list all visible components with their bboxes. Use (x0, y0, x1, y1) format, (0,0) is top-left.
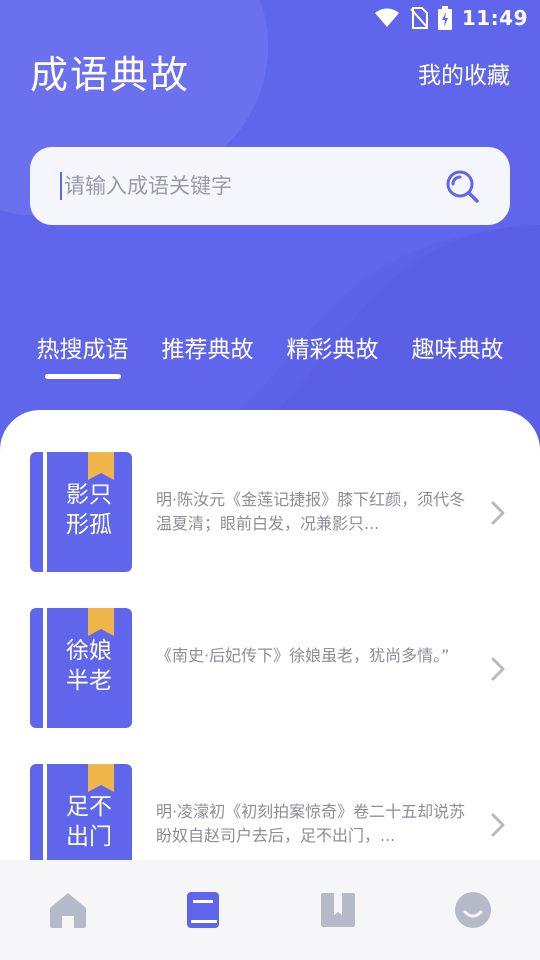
book-spine (43, 452, 47, 572)
bottom-navigation (0, 860, 540, 960)
my-favorites-link[interactable]: 我的收藏 (418, 56, 510, 90)
no-sim-icon (410, 7, 428, 29)
idiom-name: 徐娘 半老 (66, 638, 112, 694)
book-spine (43, 608, 47, 728)
tab-fun-stories[interactable]: 趣味典故 (398, 330, 518, 390)
tab-label: 趣味典故 (411, 337, 504, 363)
idiom-name: 影只 形孤 (66, 482, 112, 538)
list-item[interactable]: 影只 形孤 明·陈汝元《金莲记捷报》膝下红颜，须代冬温夏清；眼前白发，况兼影只.… (30, 452, 510, 572)
search-icon[interactable] (442, 166, 482, 206)
bookmark-ribbon-icon (88, 452, 114, 480)
status-time: 11:49 (461, 6, 528, 30)
page-title: 成语典故 (30, 53, 191, 97)
book-cover: 徐娘 半老 (30, 608, 132, 728)
chevron-right-icon (491, 813, 505, 837)
hero-background: 11:49 成语典故 我的收藏 热搜成语 推荐典故 精彩典故 趣味典故 (0, 0, 540, 460)
idiom-description: 《南史·后妃传下》徐娘虽老，犹尚多情。” (156, 646, 450, 665)
nav-home[interactable] (28, 880, 108, 940)
tab-recommended-stories[interactable]: 推荐典故 (148, 330, 268, 390)
list-item[interactable]: 徐娘 半老 《南史·后妃传下》徐娘虽老，犹尚多情。” (30, 608, 510, 728)
idiom-description: 明·凌濛初《初刻拍案惊奇》卷二十五却说苏盼奴自赵司户去后，足不出门，... (156, 802, 466, 845)
search-bar[interactable] (30, 147, 510, 225)
idiom-description: 明·陈汝元《金莲记捷报》膝下红颜，须代冬温夏清；眼前白发，况兼影只... (156, 490, 466, 533)
bookmark-ribbon-icon (88, 608, 114, 636)
status-bar: 11:49 (0, 0, 540, 36)
text-cursor (60, 172, 62, 200)
nav-stories[interactable] (298, 880, 378, 940)
tab-label: 推荐典故 (161, 337, 254, 363)
tab-label: 热搜成语 (36, 337, 129, 363)
list-item[interactable]: 足不 出门 明·凌濛初《初刻拍案惊奇》卷二十五却说苏盼奴自赵司户去后，足不出门，… (30, 764, 510, 870)
tab-featured-stories[interactable]: 精彩典故 (273, 330, 393, 390)
category-tabs: 热搜成语 推荐典故 精彩典故 趣味典故 (0, 330, 540, 390)
idiom-name: 足不 出门 (66, 794, 112, 850)
bookmark-ribbon-icon (88, 764, 114, 792)
nav-profile[interactable] (433, 880, 513, 940)
wifi-icon (374, 8, 400, 28)
tab-label: 精彩典故 (286, 337, 379, 363)
tab-hot-idioms[interactable]: 热搜成语 (23, 330, 143, 390)
book-cover: 影只 形孤 (30, 452, 132, 572)
idiom-list: 影只 形孤 明·陈汝元《金莲记捷报》膝下红颜，须代冬温夏清；眼前白发，况兼影只.… (0, 410, 540, 870)
smile-icon (454, 892, 491, 928)
home-icon (49, 893, 86, 928)
book-spine (43, 764, 47, 870)
chevron-right-icon (491, 657, 505, 681)
chevron-right-icon (491, 501, 505, 525)
search-input[interactable] (64, 174, 442, 198)
book-cover: 足不 出门 (30, 764, 132, 870)
active-tab-indicator (44, 374, 121, 379)
battery-charging-icon (437, 6, 452, 30)
nav-idioms[interactable] (163, 880, 243, 940)
book-icon (186, 892, 219, 928)
bookmark-book-icon (320, 893, 355, 927)
